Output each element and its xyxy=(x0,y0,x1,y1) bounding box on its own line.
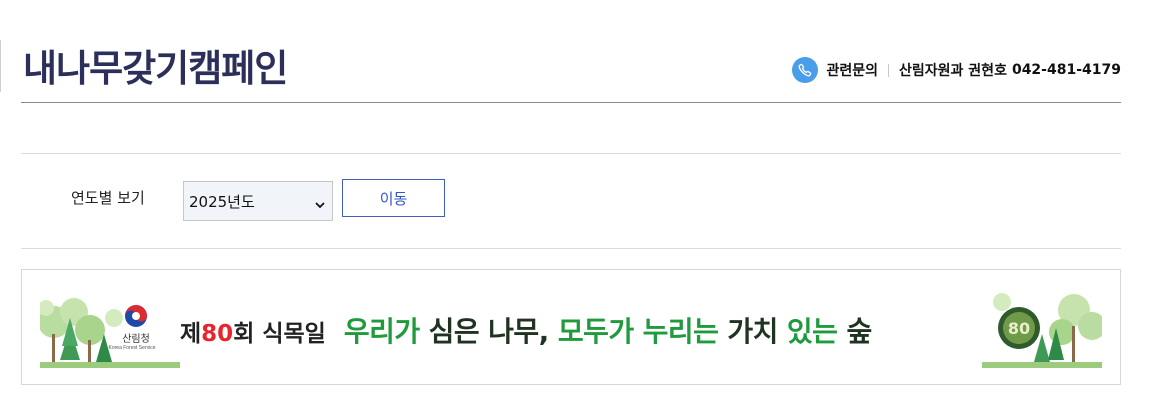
filter-bottom-divider xyxy=(21,248,1121,249)
title-divider xyxy=(21,102,1121,103)
banner-slogan: 제80회 식목일 우리가 심은 나무, 모두가 누리는 가치 있는 숲 xyxy=(180,310,872,350)
arbor-day-banner[interactable]: 산림청 Korea Forest Service 제80회 식목일 우리가 심은… xyxy=(21,269,1121,385)
contact-person: 산림자원과 권현호 xyxy=(899,63,1007,79)
forest-illustration-left xyxy=(40,298,180,368)
slogan-word: 나무, xyxy=(488,315,549,348)
80th-anniversary-badge: 80 xyxy=(998,307,1040,349)
slogan-word: 있는 xyxy=(786,315,838,348)
agency-name: 산림청 xyxy=(122,334,150,345)
slogan-word: 우리가 xyxy=(343,315,420,348)
year-select-value: 2025년도 xyxy=(189,192,255,211)
contact-info: 관련문의 산림자원과 권현호 042-481-4179 xyxy=(791,57,1121,83)
slogan-word: 심은 xyxy=(428,315,480,348)
chevron-down-icon xyxy=(315,196,325,214)
year-select[interactable]: 2025년도 xyxy=(183,181,333,221)
page-title: 내나무갖기캠페인 xyxy=(23,47,288,90)
filter-top-divider xyxy=(21,153,1121,154)
korea-forest-service-logo: 산림청 Korea Forest Service xyxy=(109,303,158,351)
slogan-word: 숲 xyxy=(846,315,872,348)
slogan-word: 가치 xyxy=(727,315,778,348)
contact-separator xyxy=(888,63,890,77)
year-filter-label: 연도별 보기 xyxy=(71,189,145,207)
phone-icon xyxy=(791,57,818,83)
move-button[interactable]: 이동 xyxy=(342,179,445,217)
taegeuk-icon xyxy=(125,305,147,327)
event-title: 제80회 식목일 xyxy=(180,321,326,347)
slogan-word: 모두가 xyxy=(557,315,634,348)
contact-label: 관련문의 xyxy=(826,63,879,79)
contact-phone: 042-481-4179 xyxy=(1011,62,1121,78)
left-edge-divider xyxy=(0,40,1,92)
slogan-word: 누리는 xyxy=(642,315,719,348)
agency-name-en: Korea Forest Service xyxy=(108,345,156,351)
badge-number: 80 xyxy=(1008,319,1030,338)
event-number: 80 xyxy=(201,321,234,347)
